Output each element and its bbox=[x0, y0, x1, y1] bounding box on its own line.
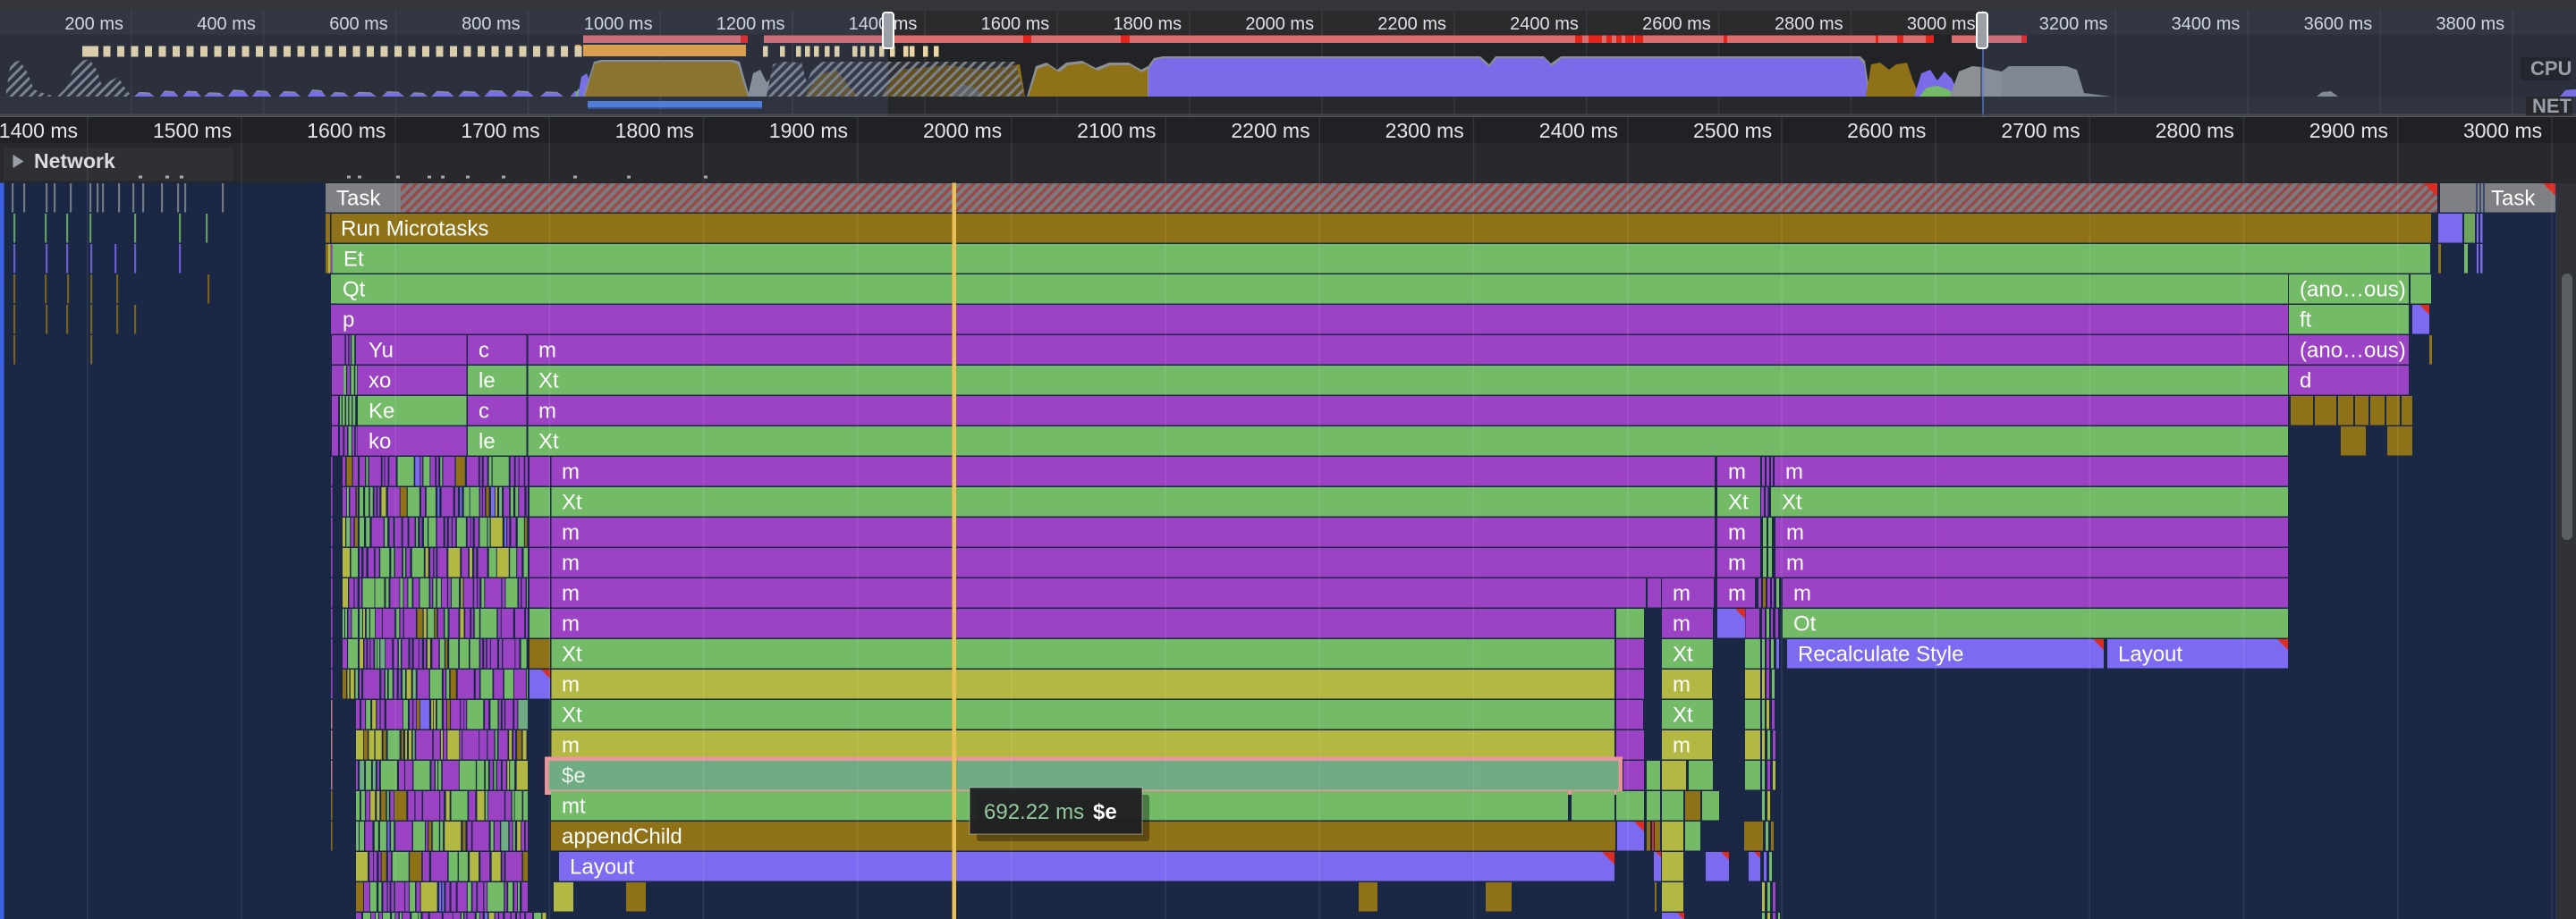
svg-text:m: m bbox=[1673, 673, 1690, 697]
svg-text:2100 ms: 2100 ms bbox=[1077, 119, 1156, 142]
svg-text:Layout: Layout bbox=[2118, 643, 2182, 667]
svg-text:CPU: CPU bbox=[2530, 57, 2572, 80]
svg-text:Xt: Xt bbox=[538, 430, 559, 454]
svg-text:m: m bbox=[1785, 460, 1803, 485]
svg-text:2800 ms: 2800 ms bbox=[2156, 119, 2234, 142]
svg-text:2600 ms: 2600 ms bbox=[1642, 14, 1711, 34]
svg-text:c: c bbox=[479, 339, 489, 363]
svg-text:m: m bbox=[562, 460, 580, 485]
svg-text:le: le bbox=[479, 430, 496, 454]
svg-text:ft: ft bbox=[2300, 308, 2312, 333]
svg-text:Xt: Xt bbox=[562, 491, 582, 515]
svg-text:1700 ms: 1700 ms bbox=[461, 119, 539, 142]
svg-text:m: m bbox=[1728, 460, 1746, 485]
svg-text:m: m bbox=[1673, 734, 1690, 758]
svg-text:2300 ms: 2300 ms bbox=[1385, 119, 1464, 142]
svg-text:m: m bbox=[1793, 582, 1811, 606]
svg-text:m: m bbox=[562, 734, 580, 758]
svg-text:c: c bbox=[479, 400, 489, 424]
svg-text:mt: mt bbox=[562, 795, 586, 819]
svg-text:(ano…ous): (ano…ous) bbox=[2300, 278, 2406, 302]
svg-text:m: m bbox=[1728, 521, 1746, 545]
svg-text:m: m bbox=[1786, 552, 1804, 576]
svg-text:2900 ms: 2900 ms bbox=[2309, 119, 2388, 142]
svg-text:Xt: Xt bbox=[562, 643, 582, 667]
svg-text:m: m bbox=[538, 400, 556, 424]
svg-text:Xt: Xt bbox=[1673, 643, 1693, 667]
svg-text:2000 ms: 2000 ms bbox=[923, 119, 1002, 142]
svg-text:Ot: Ot bbox=[1793, 612, 1817, 637]
svg-text:m: m bbox=[1673, 612, 1690, 637]
svg-text:Qt: Qt bbox=[343, 278, 366, 302]
svg-text:m: m bbox=[562, 521, 580, 545]
svg-text:m: m bbox=[1728, 582, 1746, 606]
svg-text:2500 ms: 2500 ms bbox=[1693, 119, 1772, 142]
svg-text:2600 ms: 2600 ms bbox=[1847, 119, 1926, 142]
svg-text:Task: Task bbox=[336, 187, 381, 211]
svg-text:2700 ms: 2700 ms bbox=[2001, 119, 2080, 142]
svg-text:appendChild: appendChild bbox=[562, 825, 682, 849]
svg-text:m: m bbox=[562, 673, 580, 697]
svg-text:Et: Et bbox=[343, 248, 364, 272]
svg-text:m: m bbox=[562, 552, 580, 576]
svg-text:$e: $e bbox=[1093, 800, 1117, 824]
svg-text:m: m bbox=[562, 612, 580, 637]
svg-text:2200 ms: 2200 ms bbox=[1231, 119, 1309, 142]
svg-text:2400 ms: 2400 ms bbox=[1539, 119, 1618, 142]
svg-text:Yu: Yu bbox=[369, 339, 394, 363]
svg-text:3000 ms: 3000 ms bbox=[1907, 14, 1976, 34]
svg-text:Xt: Xt bbox=[1673, 704, 1693, 728]
svg-text:NET: NET bbox=[2532, 95, 2572, 117]
svg-text:Xt: Xt bbox=[1782, 491, 1802, 515]
svg-text:Ke: Ke bbox=[369, 400, 394, 424]
svg-text:m: m bbox=[538, 339, 556, 363]
svg-text:le: le bbox=[479, 369, 496, 393]
svg-text:$e: $e bbox=[562, 764, 586, 788]
svg-text:692.22 ms: 692.22 ms bbox=[984, 800, 1084, 824]
svg-text:1600 ms: 1600 ms bbox=[981, 14, 1050, 34]
svg-text:2800 ms: 2800 ms bbox=[1775, 14, 1843, 34]
svg-text:Xt: Xt bbox=[538, 369, 559, 393]
svg-text:1800 ms: 1800 ms bbox=[1113, 14, 1182, 34]
svg-text:2400 ms: 2400 ms bbox=[1510, 14, 1579, 34]
svg-text:Run Microtasks: Run Microtasks bbox=[341, 217, 488, 241]
svg-text:m: m bbox=[1786, 521, 1804, 545]
svg-text:m: m bbox=[1673, 582, 1690, 606]
svg-text:Layout: Layout bbox=[570, 856, 634, 880]
svg-text:Task: Task bbox=[2491, 187, 2536, 211]
svg-text:Network: Network bbox=[34, 149, 115, 173]
svg-text:1400 ms: 1400 ms bbox=[0, 119, 78, 142]
svg-text:Recalculate Style: Recalculate Style bbox=[1798, 643, 1963, 667]
svg-text:xo: xo bbox=[369, 369, 391, 393]
svg-text:ko: ko bbox=[369, 430, 391, 454]
svg-text:m: m bbox=[562, 582, 580, 606]
svg-text:(ano…ous): (ano…ous) bbox=[2300, 339, 2406, 363]
svg-text:1500 ms: 1500 ms bbox=[153, 119, 232, 142]
svg-text:1900 ms: 1900 ms bbox=[769, 119, 848, 142]
svg-text:1600 ms: 1600 ms bbox=[307, 119, 386, 142]
svg-text:2000 ms: 2000 ms bbox=[1245, 14, 1314, 34]
svg-text:Xt: Xt bbox=[1728, 491, 1749, 515]
svg-text:m: m bbox=[1728, 552, 1746, 576]
svg-text:2200 ms: 2200 ms bbox=[1377, 14, 1446, 34]
svg-text:d: d bbox=[2300, 369, 2311, 393]
svg-text:p: p bbox=[343, 308, 354, 333]
svg-text:1800 ms: 1800 ms bbox=[615, 119, 694, 142]
svg-text:Xt: Xt bbox=[562, 704, 582, 728]
svg-text:3000 ms: 3000 ms bbox=[2463, 119, 2542, 142]
